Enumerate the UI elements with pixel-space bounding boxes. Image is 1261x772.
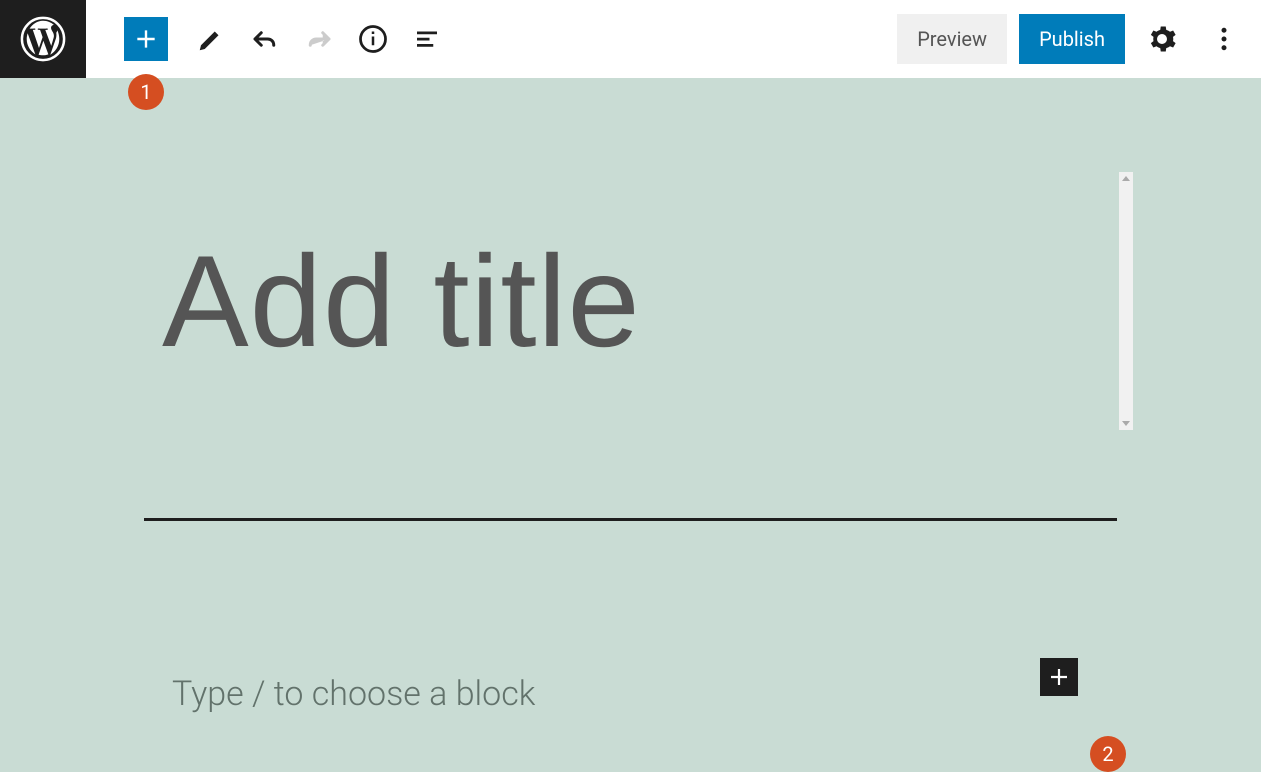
redo-icon (304, 24, 334, 54)
toolbar-right-group: Preview Publish (897, 14, 1249, 64)
plus-icon (1047, 665, 1071, 689)
info-button[interactable] (346, 12, 400, 66)
redo-button[interactable] (292, 12, 346, 66)
editor-toolbar: Preview Publish (0, 0, 1261, 78)
wordpress-icon (20, 16, 66, 62)
scrollbar[interactable] (1119, 172, 1133, 430)
post-title-input[interactable]: Add title (162, 236, 961, 366)
inline-add-block-button[interactable] (1040, 658, 1078, 696)
add-block-button[interactable] (124, 17, 168, 61)
annotation-badge-1: 1 (128, 74, 164, 110)
preview-button[interactable]: Preview (897, 14, 1007, 64)
publish-button[interactable]: Publish (1019, 14, 1125, 64)
undo-icon (250, 24, 280, 54)
settings-button[interactable] (1137, 14, 1187, 64)
wordpress-logo[interactable] (0, 0, 86, 82)
undo-button[interactable] (238, 12, 292, 66)
plus-icon (133, 26, 159, 52)
edit-mode-button[interactable] (184, 12, 238, 66)
annotation-badge-2: 2 (1090, 736, 1126, 772)
outline-button[interactable] (400, 12, 454, 66)
list-view-icon (412, 24, 442, 54)
content-placeholder[interactable]: Type / to choose a block (172, 674, 535, 714)
editor-canvas: Add title Type / to choose a block 2 (0, 78, 1261, 750)
title-divider (144, 518, 1117, 521)
scroll-down-icon (1122, 421, 1130, 426)
gear-icon (1147, 24, 1177, 54)
toolbar-left-group (86, 12, 454, 66)
pencil-icon (196, 24, 226, 54)
info-icon (358, 24, 388, 54)
more-options-button[interactable] (1199, 14, 1249, 64)
kebab-icon (1209, 24, 1239, 54)
scroll-up-icon (1122, 176, 1130, 181)
